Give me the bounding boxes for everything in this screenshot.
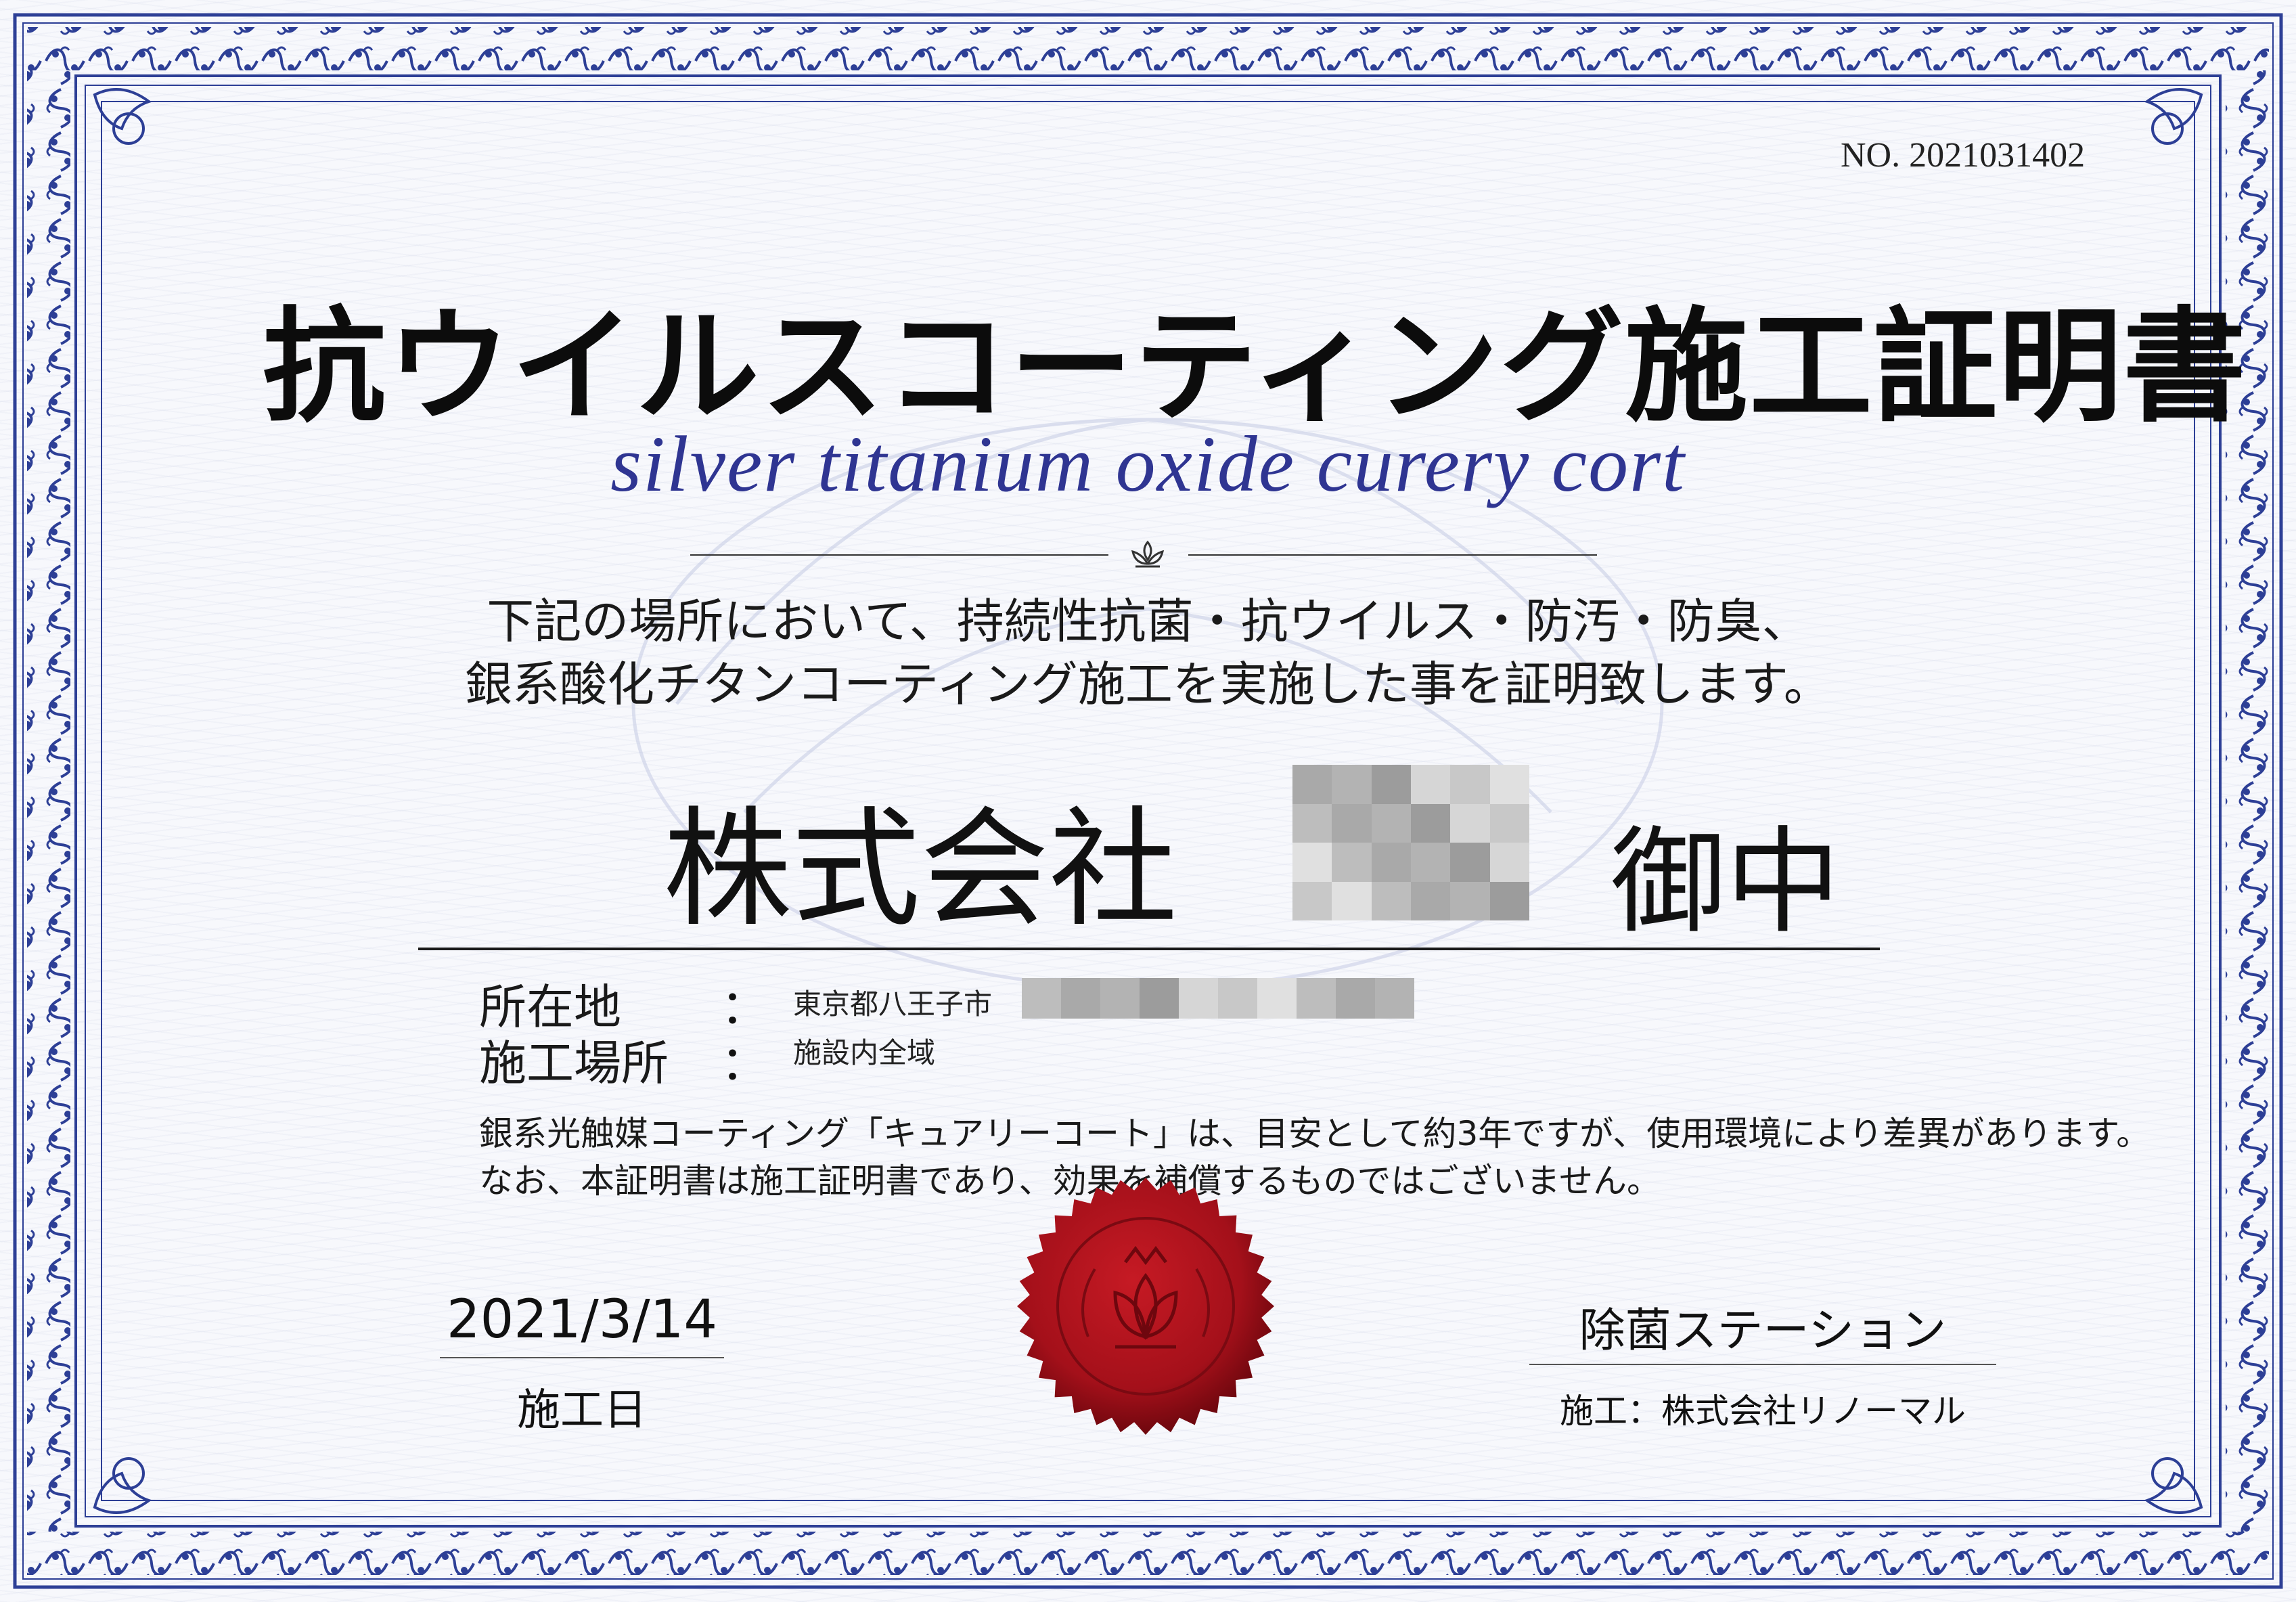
redaction-block <box>1022 978 1061 1019</box>
redacted-address <box>1022 978 1414 1019</box>
redaction-block <box>1332 881 1372 920</box>
redaction-block <box>1061 978 1100 1019</box>
date-underline <box>440 1357 724 1358</box>
contractor-name: 施工：株式会社リノーマル <box>1560 1392 1966 1431</box>
redaction-block <box>1371 765 1411 804</box>
site-value: 施設内全域 <box>793 1036 936 1069</box>
redaction-block <box>1489 881 1529 920</box>
redaction-block <box>1410 843 1451 882</box>
issuer-underline <box>1529 1364 1996 1365</box>
redaction-block <box>1375 978 1414 1019</box>
redaction-block <box>1292 881 1332 920</box>
redaction-block <box>1371 803 1411 843</box>
redaction-block <box>1257 978 1297 1019</box>
redaction-block <box>1371 843 1411 882</box>
redaction-block <box>1100 978 1140 1019</box>
redaction-block <box>1489 843 1529 882</box>
redaction-block <box>1489 803 1529 843</box>
redaction-block <box>1450 765 1490 804</box>
redaction-block <box>1450 881 1490 920</box>
redaction-block <box>1410 881 1451 920</box>
wax-seal <box>1017 1178 1274 1435</box>
certificate-number: NO. 2021031402 <box>1841 136 2086 175</box>
body-text-line-1: 下記の場所において、持続性抗菌・抗ウイルス・防汚・防臭、 <box>487 594 1809 649</box>
redaction-block <box>1450 803 1490 843</box>
redaction-block <box>1336 978 1375 1019</box>
redaction-block <box>1332 765 1372 804</box>
redaction-block <box>1489 765 1529 804</box>
lotus-ornament-icon <box>1131 540 1165 568</box>
redacted-company-name <box>1292 765 1529 920</box>
redaction-block <box>1292 765 1332 804</box>
location-value: 東京都八王子市 <box>793 987 993 1021</box>
redaction-block <box>1179 978 1218 1019</box>
redaction-block <box>1332 803 1372 843</box>
construction-date: 2021/3/14 <box>447 1289 717 1350</box>
redaction-block <box>1297 978 1336 1019</box>
note-line-1: 銀系光触媒コーティング「キュアリーコート」は、目安として約3年ですが、使用環境に… <box>479 1114 2151 1153</box>
redaction-block <box>1292 843 1332 882</box>
site-colon: ： <box>721 1036 768 1091</box>
certificate-subtitle: silver titanium oxide curery cort <box>610 420 1686 508</box>
honorific: 御中 <box>1611 816 1841 950</box>
site-label: 施工場所 <box>479 1036 669 1091</box>
company-prefix: 株式会社 <box>663 795 1178 944</box>
redaction-block <box>1218 978 1257 1019</box>
redaction-block <box>1450 843 1490 882</box>
body-text-line-2: 銀系酸化チタンコーティング施工を実施した事を証明致します。 <box>465 657 1831 712</box>
certificate: NO. 2021031402 抗ウイルスコーティング施工証明書 silver t… <box>0 0 2296 1602</box>
construction-date-label: 施工日 <box>517 1385 647 1436</box>
redaction-block <box>1332 843 1372 882</box>
redaction-block <box>1371 881 1411 920</box>
redaction-block <box>1140 978 1179 1019</box>
issuer-name: 除菌ステーション <box>1579 1304 1947 1358</box>
company-underline <box>418 948 1880 950</box>
redaction-block <box>1410 765 1451 804</box>
redaction-block <box>1410 803 1451 843</box>
redaction-block <box>1292 803 1332 843</box>
